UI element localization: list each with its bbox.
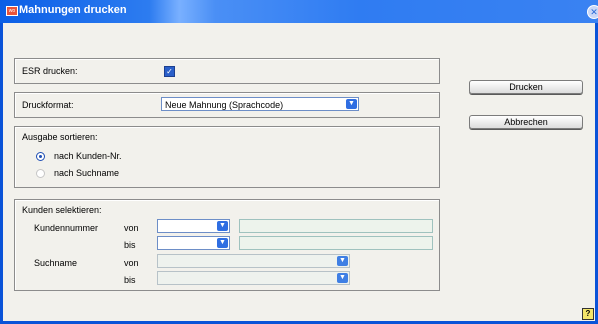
- suchname-von-select[interactable]: ▼: [157, 254, 350, 268]
- chevron-down-icon[interactable]: ▼: [217, 238, 228, 248]
- window-title: Mahnungen drucken: [19, 4, 127, 16]
- radio-suchname-label: nach Suchname: [54, 168, 120, 178]
- help-icon[interactable]: ?: [582, 308, 594, 320]
- abbrechen-button[interactable]: Abbrechen: [469, 115, 583, 129]
- esr-group: ESR drucken: ✓: [14, 58, 440, 84]
- kundennummer-bis-select[interactable]: ▼: [157, 236, 230, 250]
- kundennummer-bis-label: bis: [124, 240, 136, 250]
- esr-checkbox[interactable]: ✓: [164, 66, 175, 77]
- radio-kunden-nr-label: nach Kunden-Nr.: [54, 151, 122, 161]
- druckformat-select[interactable]: Neue Mahnung (Sprachcode) ▼: [161, 97, 359, 111]
- app-icon: wo: [6, 6, 18, 16]
- kunden-group: Kunden selektieren: Kundennummer von ▼ b…: [14, 199, 440, 291]
- sortieren-group: Ausgabe sortieren: nach Kunden-Nr. nach …: [14, 126, 440, 188]
- suchname-label: Suchname: [34, 258, 78, 268]
- close-icon[interactable]: ✕: [587, 5, 598, 19]
- chevron-down-icon[interactable]: ▼: [346, 99, 357, 109]
- chevron-down-icon[interactable]: ▼: [337, 273, 348, 283]
- kunden-label: Kunden selektieren:: [22, 205, 102, 215]
- suchname-bis-select[interactable]: ▼: [157, 271, 350, 285]
- kundennummer-von-name-field: [239, 219, 433, 233]
- sortieren-label: Ausgabe sortieren:: [22, 132, 98, 142]
- chevron-down-icon[interactable]: ▼: [337, 256, 348, 266]
- kundennummer-von-select[interactable]: ▼: [157, 219, 230, 233]
- druckformat-value: Neue Mahnung (Sprachcode): [165, 100, 284, 110]
- kundennummer-von-label: von: [124, 223, 139, 233]
- title-bar[interactable]: wo Mahnungen drucken ✕: [0, 0, 598, 23]
- suchname-von-label: von: [124, 258, 139, 268]
- druckformat-group: Druckformat: Neue Mahnung (Sprachcode) ▼: [14, 92, 440, 118]
- suchname-bis-label: bis: [124, 275, 136, 285]
- drucken-button[interactable]: Drucken: [469, 80, 583, 94]
- esr-label: ESR drucken:: [22, 66, 78, 76]
- radio-suchname[interactable]: [36, 169, 45, 178]
- kundennummer-bis-name-field: [239, 236, 433, 250]
- druckformat-label: Druckformat:: [22, 100, 74, 110]
- chevron-down-icon[interactable]: ▼: [217, 221, 228, 231]
- kundennummer-label: Kundennummer: [34, 223, 99, 233]
- radio-kunden-nr[interactable]: [36, 152, 45, 161]
